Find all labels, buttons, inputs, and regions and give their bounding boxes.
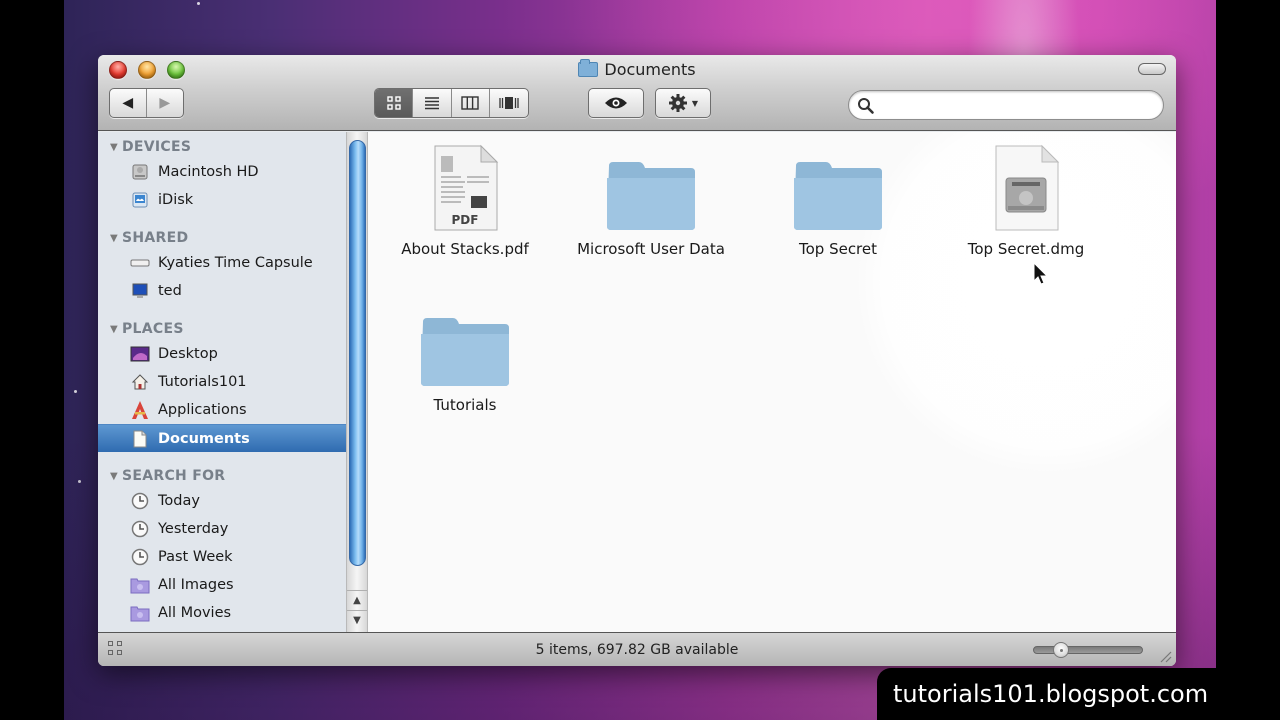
disk-image-icon (995, 144, 1060, 231)
watermark-text: tutorials101.blogspot.com (893, 680, 1209, 708)
sidebar-item-documents[interactable]: Documents (98, 424, 346, 452)
star (74, 390, 77, 393)
time-capsule-icon (130, 253, 150, 273)
icon-size-slider[interactable] (1033, 642, 1143, 658)
title-bar[interactable]: Documents ◀ ▶ ▼ (98, 55, 1176, 131)
status-bar: 5 items, 697.82 GB available (98, 632, 1176, 666)
column-view-button[interactable] (452, 89, 490, 117)
hard-drive-icon (130, 162, 150, 182)
back-forward-buttons: ◀ ▶ (109, 88, 184, 118)
eye-icon (605, 97, 627, 109)
sidebar-item-macintosh-hd[interactable]: Macintosh HD (98, 158, 346, 186)
clock-icon (130, 491, 150, 511)
scroll-down-button[interactable]: ▼ (347, 610, 367, 629)
sidebar-item-tutorials101[interactable]: Tutorials101 (98, 368, 346, 396)
file-name: Top Secret (798, 240, 878, 258)
sidebar-item-desktop[interactable]: Desktop (98, 340, 346, 368)
file-name: Microsoft User Data (577, 240, 725, 258)
scrollbar-thumb[interactable] (349, 140, 366, 566)
pdf-file-icon: PDF (434, 144, 499, 231)
list-view-button[interactable] (413, 89, 452, 117)
back-button[interactable]: ◀ (110, 89, 147, 117)
status-text: 5 items, 697.82 GB available (535, 642, 739, 658)
folder-icon (421, 318, 509, 386)
sidebar-section-search-for[interactable]: ▼ SEARCH FOR (110, 468, 225, 484)
file-item[interactable]: Top Secret (758, 140, 918, 260)
sidebar-item-idisk[interactable]: iDisk (98, 186, 346, 214)
icon-view-button[interactable] (375, 89, 414, 117)
file-name: About Stacks.pdf (401, 240, 529, 258)
disclosure-triangle-icon: ▼ (110, 142, 118, 153)
file-name: Top Secret.dmg (967, 240, 1085, 258)
desktop-icon (130, 344, 150, 364)
sidebar-section-places[interactable]: ▼ PLACES (110, 321, 184, 337)
applications-icon (130, 400, 150, 420)
coverflow-view-button[interactable] (490, 89, 528, 117)
clock-icon (130, 519, 150, 539)
smart-folder-icon (130, 575, 150, 595)
list-view-icon (424, 97, 439, 110)
search-icon (858, 98, 874, 114)
sidebar-item-applications[interactable]: Applications (98, 396, 346, 424)
search-field[interactable] (848, 90, 1164, 120)
column-view-icon (461, 96, 479, 110)
file-item[interactable]: Tutorials (385, 296, 545, 416)
sidebar-scrollbar[interactable]: ▲ ▼ (346, 132, 368, 632)
slider-knob[interactable] (1053, 642, 1069, 658)
sidebar-section-devices[interactable]: ▼ DEVICES (110, 139, 191, 155)
file-icon-view: PDF About Stacks.pdf Microsoft User Data… (368, 132, 1176, 632)
idisk-icon (130, 190, 150, 210)
resize-grip-icon[interactable] (1158, 649, 1172, 663)
folder-icon (607, 162, 695, 230)
star (197, 2, 200, 5)
sidebar-item-all-images[interactable]: All Images (98, 571, 346, 599)
finder-window: Documents ◀ ▶ ▼ ▼ DEVICES Macintosh HD i… (98, 55, 1176, 666)
sidebar-item-time-capsule[interactable]: Kyaties Time Capsule (98, 249, 346, 277)
forward-icon: ▶ (159, 95, 171, 111)
icon-view-icon (386, 96, 401, 110)
disclosure-triangle-icon: ▼ (110, 324, 118, 335)
window-title-text: Documents (604, 60, 696, 79)
mouse-cursor-icon (1033, 262, 1049, 285)
coverflow-view-icon (499, 97, 519, 109)
scroll-up-button[interactable]: ▲ (347, 590, 367, 609)
file-name: Tutorials (433, 396, 497, 414)
file-item[interactable]: Microsoft User Data (571, 140, 731, 260)
sidebar-item-all-movies[interactable]: All Movies (98, 599, 346, 627)
star (78, 480, 81, 483)
file-item[interactable]: Top Secret.dmg (946, 140, 1106, 260)
home-icon (130, 372, 150, 392)
computer-icon (130, 281, 150, 301)
disclosure-triangle-icon: ▼ (110, 471, 118, 482)
toolbar-toggle-button[interactable] (1138, 63, 1166, 75)
file-item[interactable]: PDF About Stacks.pdf (385, 140, 545, 260)
back-icon: ◀ (122, 95, 134, 111)
disclosure-triangle-icon: ▼ (110, 233, 118, 244)
forward-button[interactable]: ▶ (147, 89, 184, 117)
clock-icon (130, 547, 150, 567)
sidebar-item-today[interactable]: Today (98, 487, 346, 515)
view-mode-buttons (374, 88, 529, 118)
chevron-down-icon: ▼ (691, 98, 699, 108)
sidebar-section-shared[interactable]: ▼ SHARED (110, 230, 188, 246)
documents-icon (130, 429, 150, 449)
pdf-badge: PDF (452, 213, 479, 227)
sidebar-item-ted[interactable]: ted (98, 277, 346, 305)
search-input[interactable] (879, 95, 1149, 115)
folder-icon (578, 59, 599, 77)
gear-icon (668, 94, 687, 112)
smart-folder-icon (130, 603, 150, 623)
window-title: Documents (98, 59, 1176, 79)
watermark: tutorials101.blogspot.com (877, 668, 1216, 720)
quick-look-button[interactable] (588, 88, 644, 118)
sidebar: ▼ DEVICES Macintosh HD iDisk ▼ SHARED Kyat… (98, 132, 346, 632)
sidebar-item-yesterday[interactable]: Yesterday (98, 515, 346, 543)
sidebar-item-past-week[interactable]: Past Week (98, 543, 346, 571)
action-menu-button[interactable]: ▼ (655, 88, 711, 118)
folder-icon (794, 162, 882, 230)
